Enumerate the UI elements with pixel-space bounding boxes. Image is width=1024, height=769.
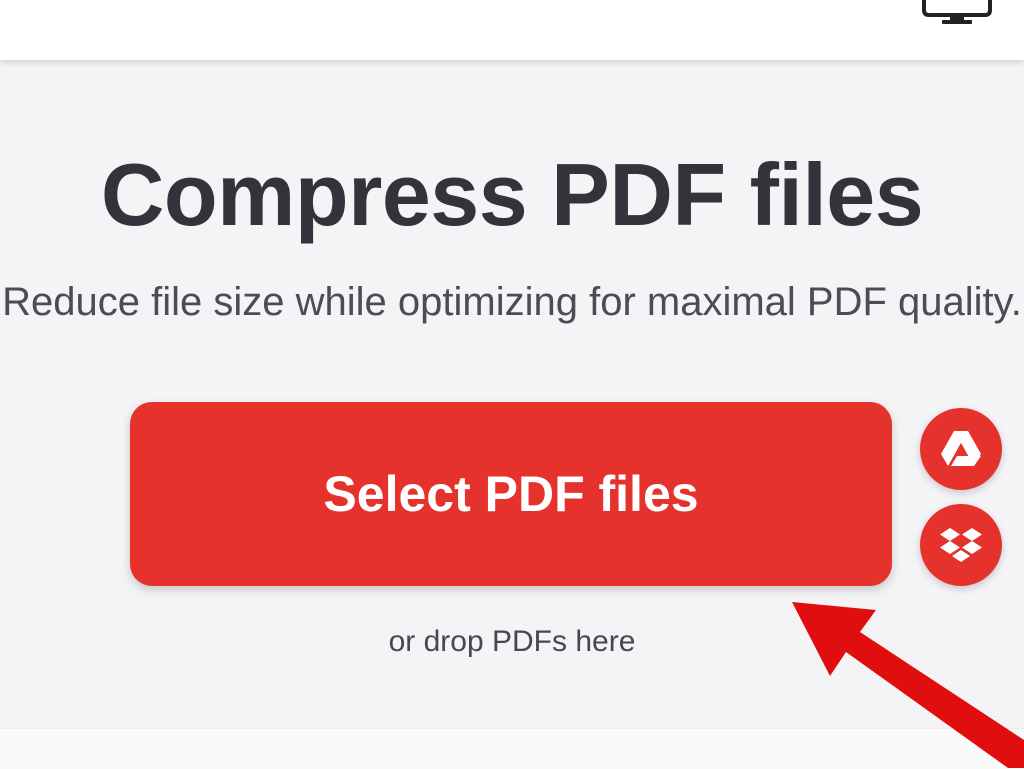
- monitor-icon[interactable]: [920, 0, 994, 30]
- red-arrow-icon: [792, 602, 1024, 768]
- page-title: Compress PDF files: [100, 145, 924, 244]
- select-pdf-files-button[interactable]: Select PDF files: [130, 402, 892, 586]
- dropbox-icon: [940, 528, 982, 562]
- google-drive-icon: [941, 431, 981, 466]
- top-navigation-bar: [0, 0, 1024, 60]
- page-subtitle: Reduce file size while optimizing for ma…: [2, 280, 1022, 324]
- google-drive-button[interactable]: [920, 408, 1002, 490]
- dropbox-button[interactable]: [920, 504, 1002, 586]
